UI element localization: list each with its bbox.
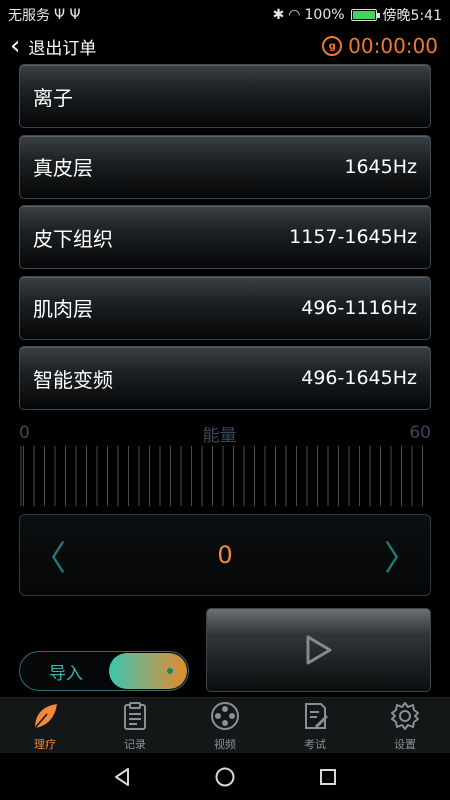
tab-label: 考试	[304, 737, 326, 751]
battery-percent: 100%	[304, 7, 345, 23]
tab-bar: 理疗 记录 视频 考试 设置	[0, 697, 450, 753]
exam-pencil-icon	[305, 702, 328, 729]
clock: 傍晚5:41	[382, 8, 442, 24]
stepper-value: 0	[217, 541, 233, 569]
play-button[interactable]	[206, 608, 431, 692]
tab-video[interactable]: 视频	[180, 698, 270, 753]
back-label: 退出订单	[28, 38, 97, 59]
increment-arrow-icon[interactable]: 〉	[384, 531, 418, 580]
import-toggle[interactable]: 导入	[19, 651, 189, 691]
mode-item-dermis[interactable]: 真皮层 1645Hz	[19, 134, 431, 199]
leaf-icon	[34, 703, 57, 728]
energy-min-label: 0	[19, 423, 30, 443]
tab-therapy[interactable]: 理疗	[0, 698, 90, 753]
timer-value: 00:00:00	[348, 34, 438, 58]
carrier-text: 无服务	[8, 8, 50, 24]
mode-freq: 496-1116Hz	[301, 296, 417, 319]
back-button[interactable]: ‹ 退出订单	[10, 33, 96, 59]
usb-icon: Ψ Ψ	[54, 7, 81, 23]
mode-item-muscle[interactable]: 肌肉层 496-1116Hz	[19, 275, 431, 340]
mode-item-subcutaneous[interactable]: 皮下组织 1157-1645Hz	[19, 205, 431, 269]
energy-stepper: 〈 0 〉	[19, 514, 431, 596]
clipboard-icon	[124, 701, 146, 730]
mode-freq: 1157-1645Hz	[289, 226, 417, 248]
header: ‹ 退出订单 g 00:00:00	[0, 30, 450, 62]
mode-name: 离子	[33, 85, 73, 110]
mode-list: 离子 真皮层 1645Hz 皮下组织 1157-1645Hz 肌肉层 496-1…	[19, 64, 431, 417]
timer: g 00:00:00	[322, 34, 438, 58]
timer-icon: g	[322, 36, 343, 56]
tab-label: 理疗	[34, 737, 56, 751]
battery-icon	[350, 9, 380, 21]
bluetooth-icon: ✱	[272, 7, 285, 23]
energy-label: 能量	[202, 425, 237, 446]
play-icon	[306, 635, 331, 665]
nav-recents-icon[interactable]	[317, 766, 339, 788]
tab-label: 视频	[214, 737, 236, 751]
nav-back-icon[interactable]	[111, 766, 133, 788]
wifi-icon: ◠	[288, 7, 301, 23]
mode-name: 真皮层	[33, 156, 93, 180]
gear-icon	[391, 701, 419, 730]
energy-ticks[interactable]	[19, 446, 431, 506]
toggle-knob[interactable]	[109, 653, 187, 689]
tab-records[interactable]: 记录	[90, 698, 180, 753]
mode-name: 肌肉层	[33, 297, 93, 321]
mode-freq: 496-1645Hz	[301, 367, 417, 389]
decrement-arrow-icon[interactable]: 〈	[32, 531, 66, 580]
chevron-left-icon: ‹	[10, 31, 21, 61]
nav-home-icon[interactable]	[214, 766, 236, 788]
status-bar: 无服务 Ψ Ψ ✱ ◠ 100% 傍晚5:41	[0, 0, 450, 30]
film-reel-icon	[211, 701, 239, 730]
tab-label: 设置	[394, 737, 416, 751]
tab-label: 记录	[124, 737, 146, 751]
mode-name: 智能变频	[33, 367, 113, 392]
mode-freq: 1645Hz	[344, 155, 417, 178]
mode-name: 皮下组织	[33, 226, 113, 251]
tab-settings[interactable]: 设置	[360, 698, 450, 753]
system-nav-bar	[0, 753, 450, 800]
mode-item-ion[interactable]: 离子	[19, 64, 431, 128]
import-toggle-label: 导入	[49, 663, 83, 684]
tab-exam[interactable]: 考试	[270, 698, 360, 753]
energy-slider[interactable]: 0 能量 60	[19, 422, 431, 506]
mode-item-smart-freq[interactable]: 智能变频 496-1645Hz	[19, 346, 431, 410]
energy-max-label: 60	[409, 423, 431, 443]
